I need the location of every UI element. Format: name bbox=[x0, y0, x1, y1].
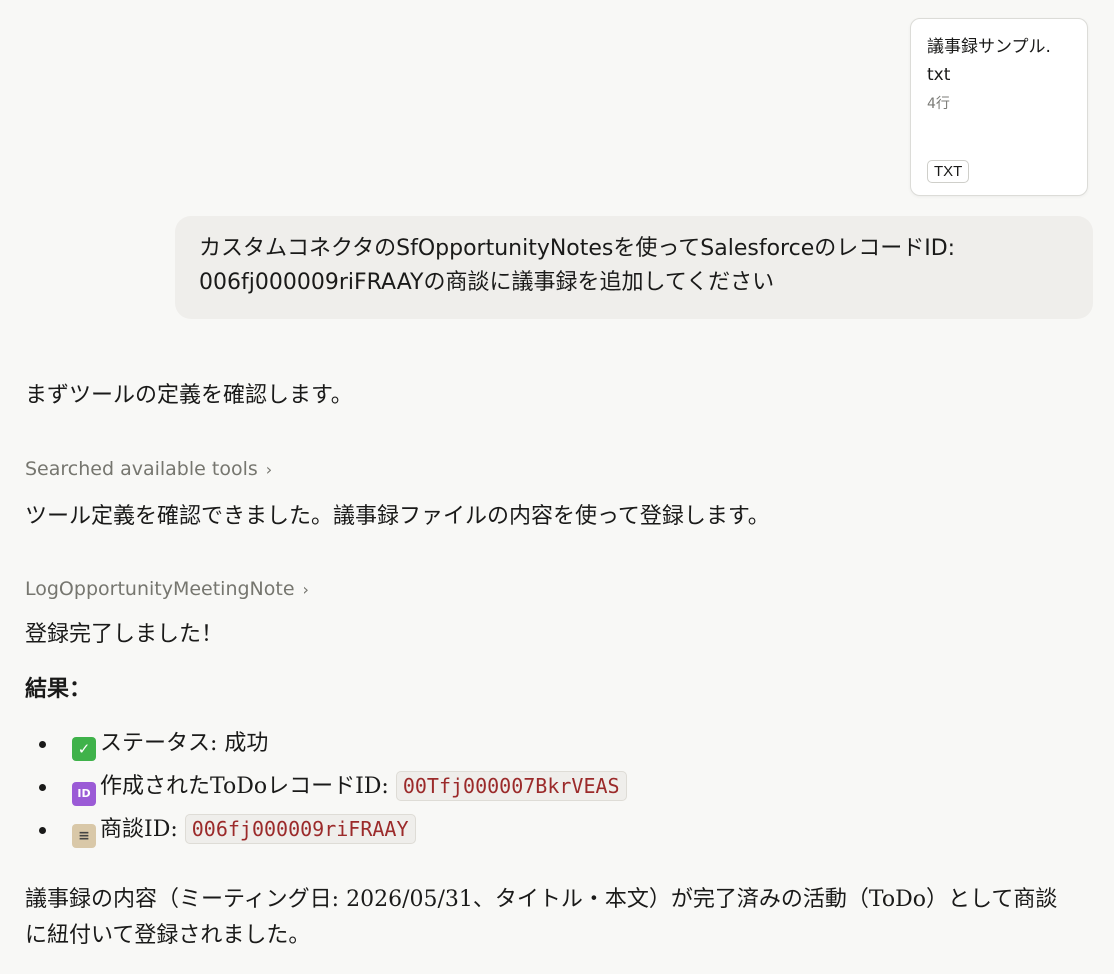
tool-call-label: LogOpportunityMeetingNote bbox=[25, 578, 295, 600]
bullet bbox=[39, 827, 46, 834]
id-icon: ID bbox=[72, 782, 96, 806]
result-label: ステータス: 成功 bbox=[100, 731, 269, 756]
result-label: 作成されたToDoレコードID: bbox=[100, 774, 396, 799]
chevron-right-icon: › bbox=[302, 580, 309, 599]
bullet bbox=[39, 784, 46, 791]
clipboard-icon: ≡ bbox=[72, 824, 96, 848]
file-type-badge: TXT bbox=[927, 160, 970, 183]
attachment-card[interactable]: 議事録サンプル.txt 4行 TXT bbox=[910, 18, 1088, 196]
user-message-text: カスタムコネクタのSfOpportunityNotesを使ってSalesforc… bbox=[199, 236, 956, 295]
check-mark-icon: ✓ bbox=[72, 737, 96, 761]
results-list: ✓ ステータス: 成功 ID 作成されたToDoレコードID: 00Tfj00000… bbox=[25, 722, 627, 851]
assistant-tool-confirm-text: ツール定義を確認できました。議事録ファイルの内容を使って登録します。 bbox=[25, 504, 770, 529]
attachment-line-count: 4行 bbox=[927, 96, 950, 112]
assistant-summary-text: 議事録の内容（ミーティング日: 2026/05/31、タイトル・本文）が完了済み… bbox=[25, 887, 1058, 948]
bullet bbox=[39, 741, 46, 748]
tool-call-search-tools[interactable]: Searched available tools › bbox=[25, 455, 272, 484]
tool-call-label: Searched available tools bbox=[25, 458, 258, 480]
results-heading: 結果： bbox=[25, 677, 92, 702]
opportunity-id-code: 006fj000009riFRAAY bbox=[184, 814, 416, 844]
result-label: 商談ID: bbox=[100, 817, 185, 842]
todo-record-id-code: 00Tfj000007BkrVEAS bbox=[395, 771, 627, 801]
attachment-filename: 議事録サンプル.txt bbox=[927, 37, 1051, 85]
chevron-right-icon: › bbox=[265, 460, 273, 479]
assistant-done-text: 登録完了しました！ bbox=[25, 622, 224, 647]
tool-call-log-meeting-note[interactable]: LogOpportunityMeetingNote › bbox=[25, 575, 309, 604]
assistant-intro-text: まずツールの定義を確認します。 bbox=[25, 383, 353, 408]
user-message-bubble: カスタムコネクタのSfOpportunityNotesを使ってSalesforc… bbox=[175, 216, 1093, 319]
